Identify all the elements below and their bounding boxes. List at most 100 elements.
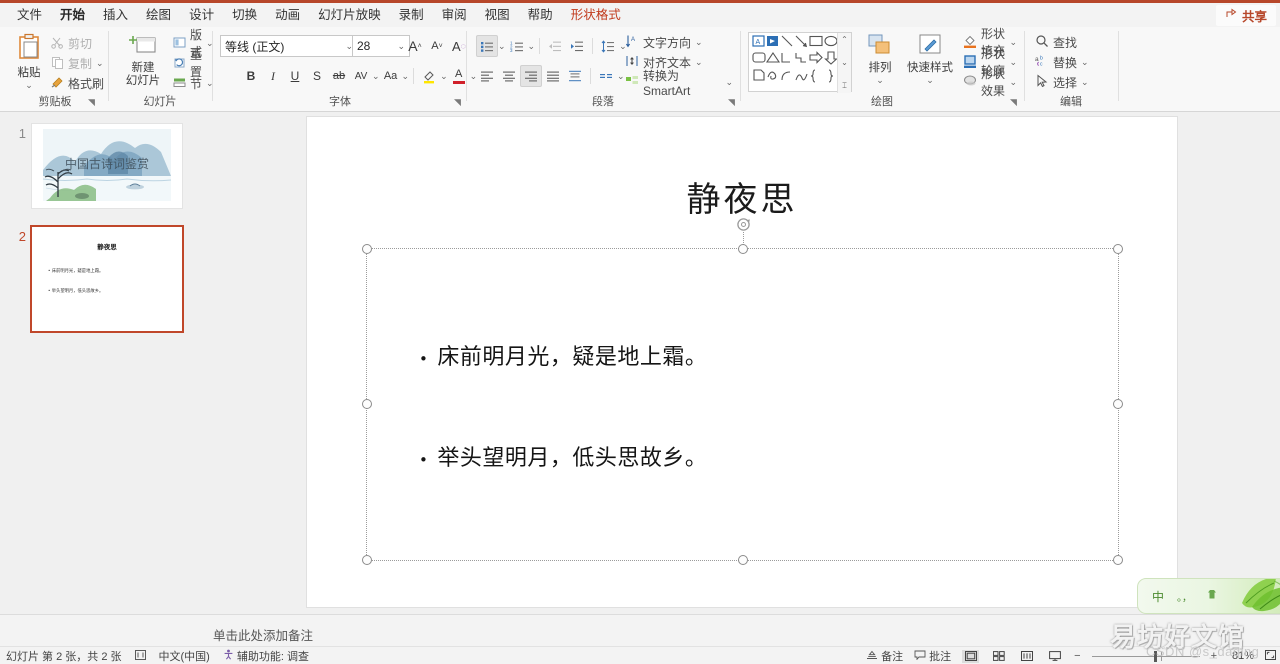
copy-button[interactable]: 复制 ⌄	[48, 53, 107, 73]
shape-effects-chevron-down-icon[interactable]: ⌄	[1009, 77, 1017, 88]
distribute-button[interactable]	[564, 65, 586, 87]
character-spacing-button[interactable]: AV	[350, 65, 372, 87]
change-case-button[interactable]: Aa	[380, 65, 402, 87]
menu-item-view[interactable]: 视图	[476, 4, 519, 26]
menu-item-help[interactable]: 帮助	[519, 4, 562, 26]
bullets-chevron-down-icon[interactable]: ⌄	[498, 41, 506, 52]
text-highlight-button[interactable]	[418, 65, 440, 87]
shape-outline-chevron-down-icon[interactable]: ⌄	[1009, 57, 1017, 68]
ime-tool-icon[interactable]	[1205, 588, 1219, 604]
align-right-button[interactable]	[520, 65, 542, 87]
highlight-chevron-down-icon[interactable]: ⌄	[440, 71, 448, 82]
shape-fill-chevron-down-icon[interactable]: ⌄	[1009, 37, 1017, 48]
notes-toggle-button[interactable]: 备注	[866, 648, 903, 664]
clipboard-dialog-launcher[interactable]: ◥	[88, 97, 95, 108]
numbering-button[interactable]: 123	[506, 35, 528, 57]
justify-button[interactable]	[542, 65, 564, 87]
decrease-indent-button[interactable]	[544, 35, 566, 57]
new-slide-button[interactable]: 新建 幻灯片	[120, 33, 166, 88]
slide-thumbnail-pane[interactable]: 1 中国古诗词鉴赏 2 静夜思 • 床前明月光，疑是地上霜。 • 举头望明月，低…	[0, 112, 204, 614]
rotation-handle[interactable]	[736, 217, 751, 232]
strikethrough-button[interactable]: ab	[328, 65, 350, 87]
ime-punctuation-label[interactable]: 。，	[1177, 589, 1192, 604]
bullet-list[interactable]: • 床前明月光，疑是地上霜。 • 举头望明月，低头思故乡。	[419, 339, 1079, 472]
resize-handle-top-right[interactable]	[1113, 244, 1123, 254]
find-button[interactable]: 查找	[1032, 32, 1092, 52]
menu-item-shape-format[interactable]: 形状格式	[562, 4, 630, 26]
underline-button[interactable]: U	[284, 65, 306, 87]
slide-title[interactable]: 静夜思	[307, 172, 1177, 221]
font-dialog-launcher[interactable]: ◥	[454, 97, 461, 108]
align-left-button[interactable]	[476, 65, 498, 87]
quick-styles-chevron-down-icon[interactable]: ⌄	[926, 75, 934, 86]
paste-button[interactable]: 粘贴 ⌄	[8, 33, 50, 91]
menu-item-home[interactable]: 开始	[51, 4, 94, 29]
ime-mode-label[interactable]: 中	[1152, 588, 1164, 605]
paragraph-dialog-launcher[interactable]: ◥	[728, 97, 735, 108]
language-indicator[interactable]: 中文(中国)	[159, 648, 210, 664]
shape-effects-button[interactable]: 形状效果 ⌄	[960, 67, 1020, 98]
resize-handle-bottom-left[interactable]	[362, 555, 372, 565]
menu-item-draw[interactable]: 绘图	[137, 4, 180, 26]
text-direction-chevron-down-icon[interactable]: ⌄	[695, 37, 703, 48]
font-name-combo[interactable]: 等线 (正文) ⌄	[220, 35, 358, 57]
resize-handle-top-center[interactable]	[738, 244, 748, 254]
replace-chevron-down-icon[interactable]: ⌄	[1081, 57, 1089, 68]
bullets-button[interactable]	[476, 35, 498, 57]
convert-to-smartart-button[interactable]: 转换为 SmartArt ⌄	[622, 69, 736, 98]
menu-item-animations[interactable]: 动画	[266, 4, 309, 26]
quick-styles-button[interactable]: 快速样式 ⌄	[904, 33, 956, 86]
text-shadow-button[interactable]: S	[306, 65, 328, 87]
shapes-more-icon[interactable]: ⌶	[842, 81, 847, 91]
drawing-dialog-launcher[interactable]: ◥	[1010, 97, 1017, 108]
increase-font-size-button[interactable]: A ˄	[404, 35, 426, 57]
resize-handle-middle-left[interactable]	[362, 399, 372, 409]
menu-item-design[interactable]: 设计	[180, 4, 223, 26]
content-placeholder[interactable]: • 床前明月光，疑是地上霜。 • 举头望明月，低头思故乡。	[366, 248, 1119, 561]
slide-canvas[interactable]: 静夜思 • 床前明月光，疑是地上霜。 • 举头望明月，低头思故乡。	[307, 117, 1177, 607]
reset-button[interactable]: 重置	[170, 48, 217, 79]
select-button[interactable]: 选择 ⌄	[1032, 72, 1092, 92]
paste-chevron-down-icon[interactable]: ⌄	[25, 80, 33, 91]
resize-handle-bottom-center[interactable]	[738, 555, 748, 565]
resize-handle-top-left[interactable]	[362, 244, 372, 254]
columns-button[interactable]	[595, 65, 617, 87]
copy-chevron-down-icon[interactable]: ⌄	[96, 58, 104, 69]
bullet-item[interactable]: • 举头望明月，低头思故乡。	[419, 440, 1079, 472]
resize-handle-middle-right[interactable]	[1113, 399, 1123, 409]
shapes-scroll-down-icon[interactable]: ⌄	[841, 58, 848, 67]
line-spacing-button[interactable]	[597, 35, 619, 57]
shapes-gallery[interactable]: A ⌃ ⌄ ⌶	[748, 32, 852, 93]
menu-item-review[interactable]: 审阅	[433, 4, 476, 26]
arrange-button[interactable]: 排列 ⌄	[860, 33, 900, 86]
menu-item-transitions[interactable]: 切换	[223, 4, 266, 26]
menu-item-insert[interactable]: 插入	[94, 4, 137, 26]
bold-button[interactable]: B	[240, 65, 262, 87]
increase-indent-button[interactable]	[566, 35, 588, 57]
text-direction-button[interactable]: A 文字方向 ⌄	[622, 32, 736, 52]
bullet-item[interactable]: • 床前明月光，疑是地上霜。	[419, 339, 1079, 371]
select-chevron-down-icon[interactable]: ⌄	[1081, 77, 1089, 88]
thumbnail-canvas-2[interactable]: 静夜思 • 床前明月光，疑是地上霜。 • 举头望明月，低头思故乡。	[32, 227, 182, 331]
thumbnail-canvas-1[interactable]: 中国古诗词鉴赏	[32, 124, 182, 208]
comments-button[interactable]: 批注	[914, 648, 951, 664]
zoom-out-button[interactable]: −	[1074, 650, 1080, 662]
share-button[interactable]: 共享	[1215, 5, 1276, 26]
arrange-chevron-down-icon[interactable]: ⌄	[876, 75, 884, 86]
replace-button[interactable]: abc 替换 ⌄	[1032, 52, 1092, 72]
font-size-combo[interactable]: 28 ⌄	[352, 35, 410, 57]
align-center-button[interactable]	[498, 65, 520, 87]
menu-item-slideshow[interactable]: 幻灯片放映	[309, 4, 390, 26]
accessibility-status[interactable]: 辅助功能: 调查	[223, 648, 309, 664]
change-case-chevron-down-icon[interactable]: ⌄	[402, 71, 410, 82]
numbering-chevron-down-icon[interactable]: ⌄	[528, 41, 536, 52]
resize-handle-bottom-right[interactable]	[1113, 555, 1123, 565]
menu-item-file[interactable]: 文件	[8, 4, 51, 26]
cut-button[interactable]: 剪切	[48, 33, 107, 53]
character-spacing-chevron-down-icon[interactable]: ⌄	[372, 71, 380, 82]
format-painter-button[interactable]: 格式刷	[48, 73, 107, 93]
italic-button[interactable]: I	[262, 65, 284, 87]
thumbnail-item-1[interactable]: 1 中国古诗词鉴赏	[4, 124, 182, 208]
shapes-scroll-up-icon[interactable]: ⌃	[841, 35, 848, 44]
menu-item-record[interactable]: 录制	[390, 4, 433, 26]
